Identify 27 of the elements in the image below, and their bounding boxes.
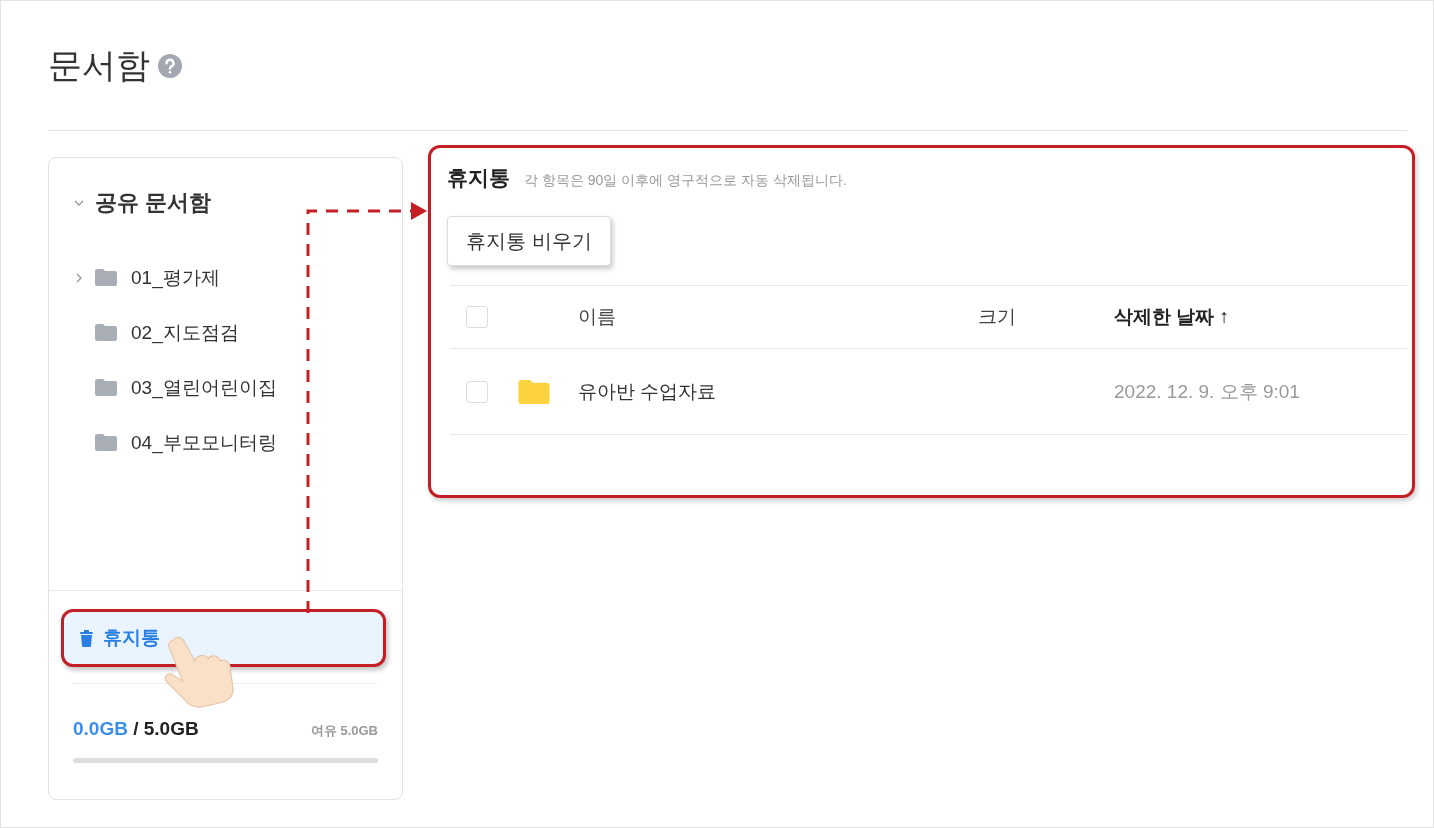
folder-item[interactable]: 03_열린어린이집 [131,374,277,401]
storage-free: 여유 5.0GB [310,722,378,740]
deleted-date: 2022. 12. 9. 오후 9:01 [1114,380,1300,402]
trash-nav-item[interactable]: 휴지통 [61,609,386,667]
tree-root-label[interactable]: 공유 문서함 [95,188,212,218]
help-icon[interactable] [158,54,182,78]
pointing-hand-drawing [164,636,234,708]
folder-icon [95,269,117,286]
empty-trash-button[interactable]: 휴지통 비우기 [447,216,611,266]
retention-note: 각 항목은 90일 이후에 영구적으로 자동 삭제됩니다. [524,172,847,190]
row-checkbox[interactable] [466,380,488,403]
folder-icon [95,324,117,341]
folder-icon [95,434,117,451]
panel-title: 휴지통 [447,165,510,191]
folder-icon [518,379,550,404]
folder-icon [95,379,117,396]
select-all-checkbox[interactable] [466,306,488,328]
folder-item[interactable]: 01_평가제 [131,264,220,291]
column-header[interactable]: 이름 [578,306,616,327]
item-name: 유아반 수업자료 [578,380,717,402]
column-header[interactable]: 크기 [978,306,1016,327]
column-header[interactable]: 삭제한 날짜 ↑ [1114,306,1230,327]
folder-item[interactable]: 02_지도점검 [131,319,239,346]
page-title: 문서함 [48,45,150,86]
trash-icon [80,629,93,647]
storage-usage: 0.0GB / 5.0GB [73,718,199,740]
folder-item[interactable]: 04_부모모니터링 [131,429,277,456]
